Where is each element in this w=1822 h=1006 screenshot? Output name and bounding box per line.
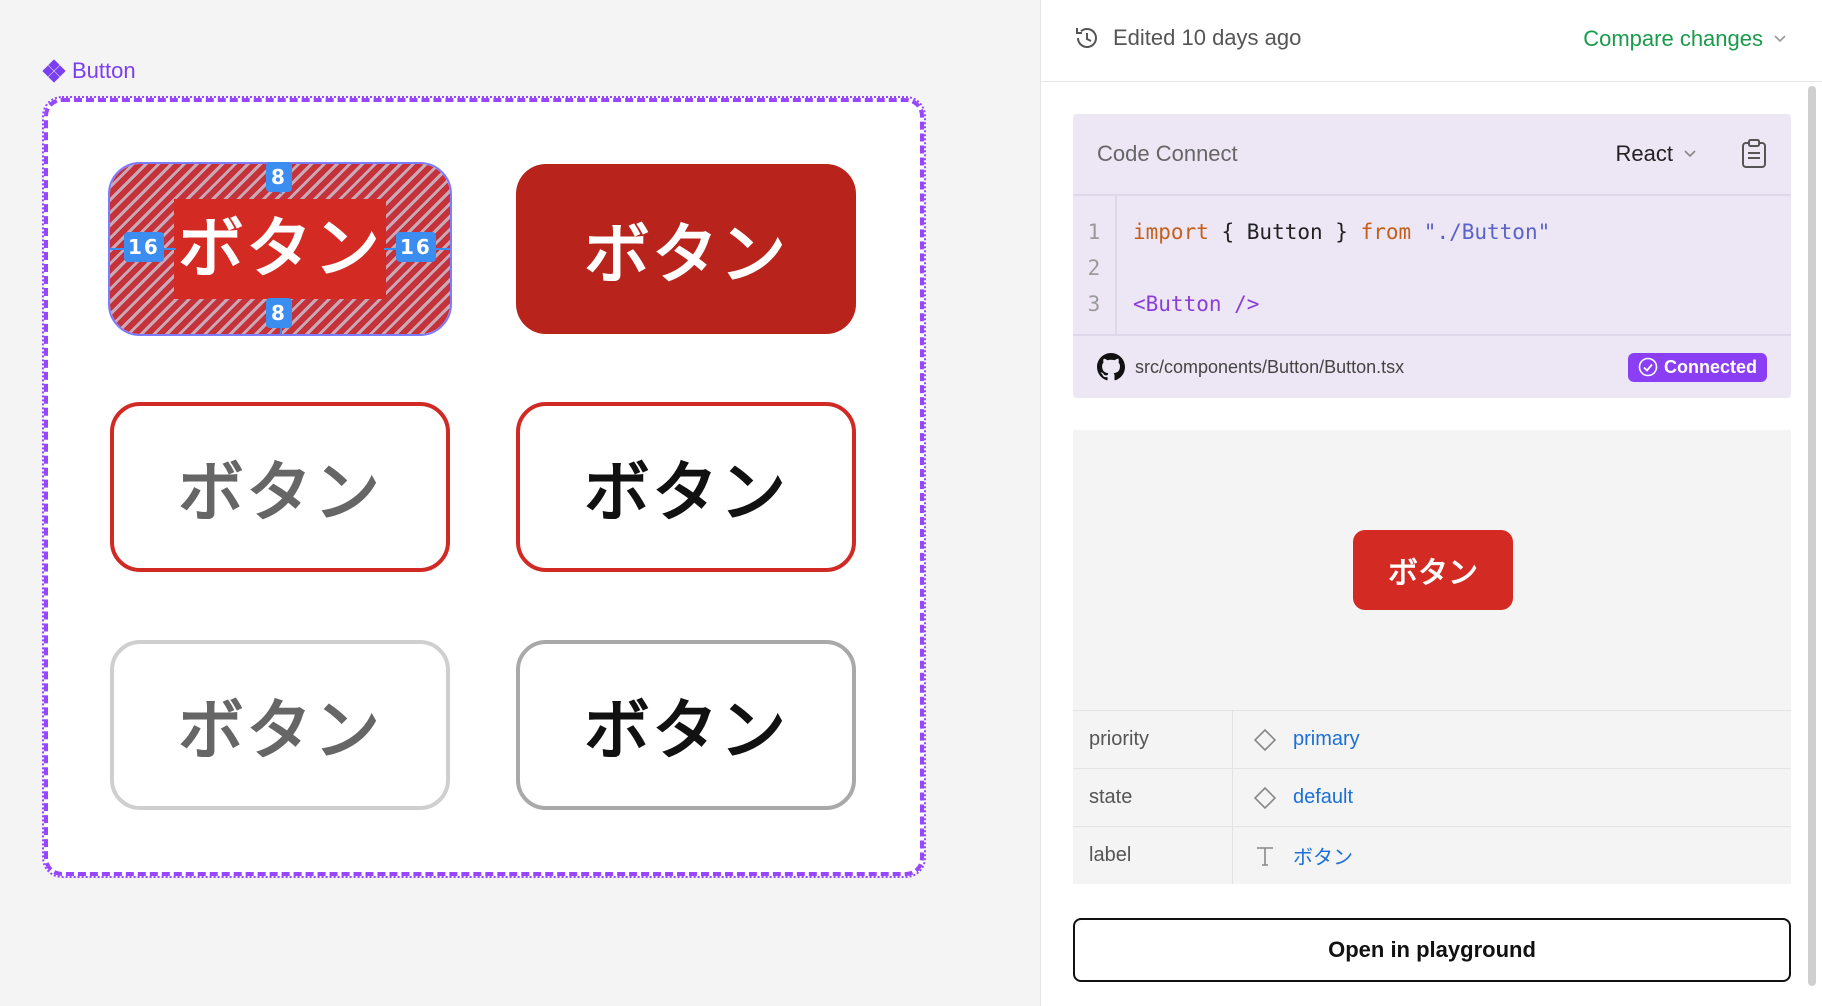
panel-scrollbar[interactable] [1806, 86, 1818, 996]
code-connect-title: Code Connect [1097, 141, 1238, 166]
import-body: { Button } [1208, 220, 1361, 244]
compare-changes-button[interactable]: Compare changes [1583, 26, 1787, 52]
padding-left-badge: 16 [124, 232, 164, 262]
chevron-down-icon [1684, 150, 1696, 158]
code-connect-card: Code Connect React 1 2 3 import { Button… [1073, 114, 1791, 398]
button-variant-tertiary-hover[interactable]: ボタン [516, 640, 856, 810]
from-keyword: from [1360, 220, 1412, 244]
property-row-state: state default [1073, 768, 1791, 826]
property-value[interactable]: default [1233, 786, 1353, 810]
status-text: Connected [1663, 356, 1757, 377]
button-label: ボタン [584, 692, 788, 769]
language-dropdown[interactable]: React [1616, 141, 1697, 167]
github-icon [1097, 353, 1125, 381]
scrollbar-thumb[interactable] [1808, 86, 1816, 986]
open-in-playground-button[interactable]: Open in playground [1073, 918, 1791, 982]
chevron-down-icon [1774, 35, 1786, 43]
button-label: ボタン [178, 454, 382, 531]
component-frame-label[interactable]: Button [42, 58, 136, 84]
property-value-text: ボタン [1293, 847, 1353, 869]
code-connect-footer: src/components/Button/Button.tsx Connect… [1073, 336, 1791, 398]
component-set-frame[interactable]: ボタン 8 8 16 16 ボタン ボタン ボタン ボタン ボタン [42, 96, 926, 878]
history-clock-icon [1076, 28, 1097, 48]
code-line-3: <Button /> [1133, 286, 1550, 322]
language-label: React [1615, 141, 1673, 166]
button-variant-secondary[interactable]: ボタン [110, 402, 450, 572]
padding-top-badge: 8 [266, 162, 292, 192]
history-text: Edited 10 days ago [1113, 25, 1302, 50]
variant-diamond-icon [1253, 728, 1277, 751]
property-value[interactable]: ボタン [1233, 841, 1353, 870]
property-value-text: primary [1293, 728, 1360, 750]
preview-button[interactable]: ボタン [1353, 530, 1513, 610]
button-label: ボタン [584, 454, 788, 531]
connected-status-badge: Connected [1627, 352, 1767, 382]
component-icon [42, 59, 66, 83]
compare-label: Compare changes [1583, 26, 1763, 51]
import-keyword: import [1133, 220, 1209, 244]
frame-label-text: Button [72, 58, 136, 83]
properties-table: priority primary state default label ボタン [1073, 710, 1791, 884]
property-row-priority: priority primary [1073, 710, 1791, 768]
button-variant-tertiary[interactable]: ボタン [110, 640, 450, 810]
button-variant-secondary-hover[interactable]: ボタン [516, 402, 856, 572]
import-path: "./Button" [1411, 220, 1551, 244]
button-label: ボタン [584, 216, 788, 293]
line-number: 3 [1087, 292, 1101, 316]
check-circle-icon [1638, 357, 1658, 377]
variant-diamond-icon [1253, 786, 1277, 809]
property-name: priority [1073, 711, 1233, 768]
button-label: ボタン [178, 692, 382, 769]
text-t-icon [1257, 846, 1273, 866]
padding-right-badge: 16 [396, 232, 436, 262]
source-file-path[interactable]: src/components/Button/Button.tsx [1135, 357, 1618, 378]
line-number: 1 [1087, 220, 1101, 244]
button-variant-primary-hover[interactable]: ボタン [516, 164, 856, 334]
playground-label: Open in playground [1328, 937, 1536, 962]
design-canvas[interactable]: Button ボタン 8 8 16 16 ボタン ボタン ボタン ボタン ボタン [0, 0, 1040, 1006]
panel-header: Edited 10 days ago Compare changes [1041, 0, 1822, 82]
clipboard-copy-icon[interactable] [1741, 139, 1767, 169]
property-name: state [1073, 769, 1233, 826]
button-label: ボタン [174, 199, 386, 299]
component-preview: ボタン [1073, 430, 1791, 710]
version-history[interactable]: Edited 10 days ago [1073, 24, 1301, 52]
code-line-1: import { Button } from "./Button" [1133, 214, 1550, 250]
line-numbers: 1 2 3 [1073, 196, 1117, 334]
property-row-label: label ボタン [1073, 826, 1791, 884]
padding-bottom-badge: 8 [266, 298, 292, 328]
preview-button-label: ボタン [1388, 556, 1478, 591]
property-value[interactable]: primary [1233, 728, 1360, 752]
inspect-panel: Edited 10 days ago Compare changes Code … [1040, 0, 1822, 1006]
code-connect-header: Code Connect React [1073, 114, 1791, 196]
jsx-usage: <Button /> [1133, 292, 1260, 316]
code-lines: import { Button } from "./Button" <Butto… [1117, 196, 1566, 334]
code-snippet[interactable]: 1 2 3 import { Button } from "./Button" … [1073, 196, 1791, 336]
line-number: 2 [1087, 256, 1101, 280]
button-variant-primary-selected[interactable]: ボタン 8 8 16 16 [108, 162, 452, 336]
property-name: label [1073, 827, 1233, 884]
property-value-text: default [1293, 786, 1354, 808]
